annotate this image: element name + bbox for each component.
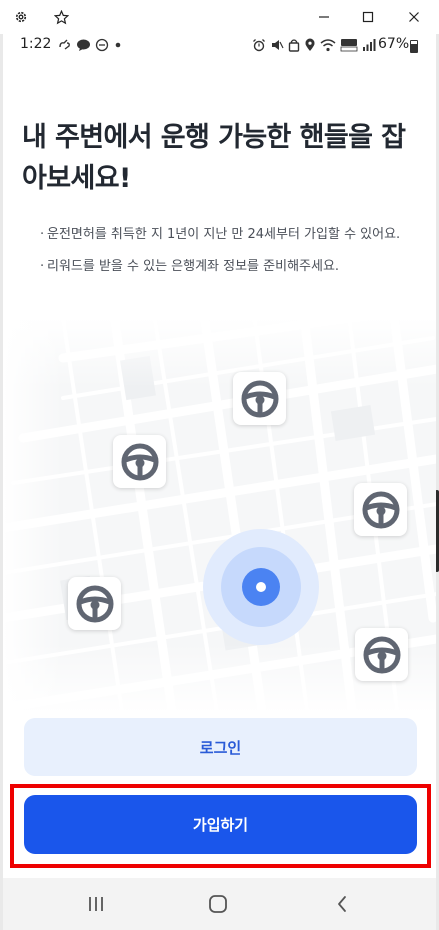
battery-percent: 67% — [378, 36, 410, 52]
wifi-icon — [320, 37, 336, 56]
dnd-icon — [95, 37, 109, 56]
star-icon[interactable] — [50, 6, 72, 28]
page-title: 내 주변에서 운행 가능한 핸들을 잡아보세요! — [22, 122, 406, 194]
close-icon[interactable] — [403, 6, 425, 28]
recents-icon[interactable] — [83, 892, 109, 916]
list-item: · 리워드를 받을 수 있는 은행계좌 정보를 준비해주세요. — [40, 257, 417, 277]
steering-wheel-icon — [68, 577, 121, 630]
back-icon[interactable] — [329, 892, 355, 916]
map-illustration — [3, 318, 436, 713]
login-button[interactable]: 로그인 — [24, 718, 417, 776]
lock-icon — [288, 37, 300, 56]
alarm-icon — [252, 37, 266, 56]
location-icon — [304, 37, 316, 56]
requirements-list: · 운전면허를 취득한 지 1년이 지난 만 24세부터 가입할 수 있어요. … — [40, 225, 417, 289]
signup-button[interactable]: 가입하기 — [24, 795, 417, 854]
battery-icon — [410, 40, 418, 53]
bullet: · — [40, 259, 45, 274]
steering-wheel-icon — [113, 435, 166, 488]
talk-icon — [76, 37, 91, 56]
maximize-icon[interactable] — [357, 6, 379, 28]
list-item: · 운전면허를 취득한 지 1년이 지난 만 24세부터 가입할 수 있어요. — [40, 225, 417, 245]
home-icon[interactable] — [205, 892, 231, 916]
volte-icon — [340, 37, 358, 56]
link-icon — [58, 37, 72, 56]
status-time: 1:22 — [20, 36, 52, 52]
note-text: 운전면허를 취득한 지 1년이 지난 만 24세부터 가입할 수 있어요. — [47, 227, 401, 242]
mute-icon — [270, 37, 284, 56]
app-frame: 1:22 67% 내 주변에서 운행 가능한 핸들을 잡아보세요! · 운전면허… — [0, 0, 439, 930]
status-bar: 1:22 67% — [0, 34, 439, 58]
note-text: 리워드를 받을 수 있는 은행계좌 정보를 준비해주세요. — [47, 259, 340, 274]
gear-icon[interactable] — [10, 6, 32, 28]
steering-wheel-icon — [233, 372, 286, 425]
status-right-icons — [252, 37, 376, 56]
android-nav-bar — [3, 878, 436, 930]
minimize-icon[interactable] — [313, 6, 335, 28]
steering-wheel-icon — [355, 628, 408, 681]
dot-icon — [113, 37, 123, 56]
status-left-icons — [58, 37, 123, 56]
window-titlebar — [0, 0, 439, 34]
steering-wheel-icon — [354, 483, 407, 536]
location-marker — [242, 568, 280, 606]
map-fade-left — [3, 318, 63, 713]
map-fade-top — [3, 318, 436, 388]
signal-icon — [362, 37, 376, 56]
bullet: · — [40, 227, 45, 242]
